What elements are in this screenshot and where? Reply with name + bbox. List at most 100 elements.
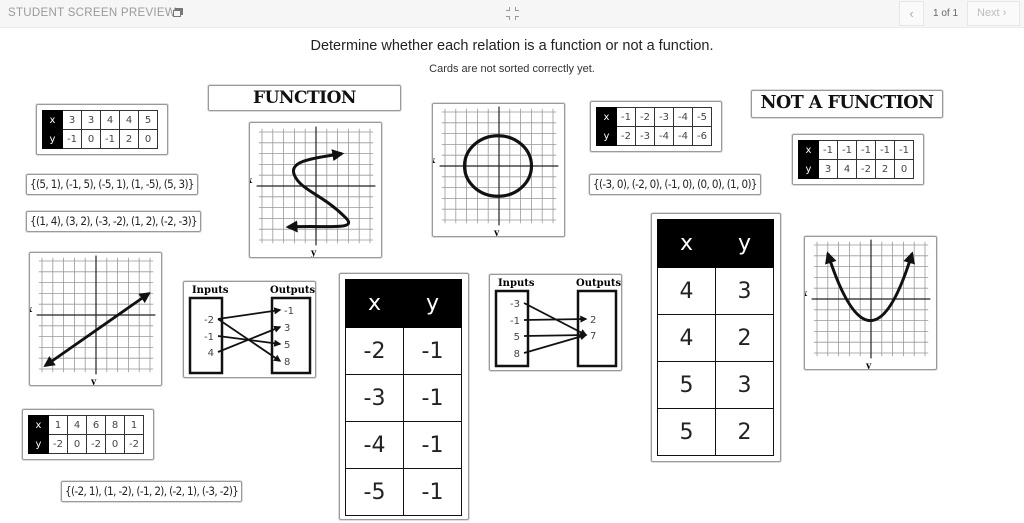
- inputs-label: Inputs: [498, 278, 535, 289]
- table-cell: -3: [345, 374, 404, 422]
- table-cell: -1: [856, 140, 876, 160]
- card-big-table-2[interactable]: xy43425352: [651, 213, 781, 462]
- header-cell: x: [42, 110, 63, 130]
- table-cell: -2: [124, 434, 144, 454]
- input-value: 4: [208, 348, 214, 359]
- table-row: -3 -1: [345, 374, 462, 422]
- table-row-x: x33445: [42, 110, 158, 130]
- collapse-icon[interactable]: [506, 7, 519, 20]
- coordinate-grid: [439, 106, 559, 226]
- circle-graph: xy: [433, 106, 559, 236]
- card-set-3[interactable]: {(-3, 0), (-2, 0), (-1, 0), (0, 0), (1, …: [589, 174, 761, 195]
- table-row: 43: [657, 267, 774, 315]
- table-header-row: xy: [345, 279, 462, 328]
- table-cell: 3: [62, 110, 82, 130]
- header-cell: x: [596, 107, 617, 127]
- card-table-3[interactable]: x -1 -1 -1 -1 -1 y 3 4 -2 2 0: [792, 134, 924, 185]
- table-cell: -5: [692, 107, 712, 127]
- copy-window-icon[interactable]: [173, 8, 183, 18]
- x-axis-label: x: [433, 155, 435, 165]
- table-cell: -2: [856, 159, 876, 179]
- outputs-label: Outputs: [576, 278, 621, 289]
- card-mapping-1[interactable]: Inputs Outputs -2 -1 4 -1 3 5 8: [183, 281, 316, 378]
- table-row: 53: [657, 361, 774, 409]
- table-cell: -1: [837, 140, 857, 160]
- header-cell: y: [28, 434, 49, 454]
- parabola-path: [825, 251, 915, 322]
- card-graph-line[interactable]: xy: [29, 252, 162, 386]
- outputs-box: [576, 289, 618, 368]
- table-cell: -4: [345, 421, 404, 469]
- output-value: -1: [284, 306, 294, 317]
- chevron-left-icon: ‹: [909, 6, 914, 21]
- table-cell: -1: [100, 129, 120, 149]
- table-cell: 3: [81, 110, 101, 130]
- card-graph-circle[interactable]: xy: [432, 103, 565, 237]
- table-row: 52: [657, 408, 774, 456]
- table-cell: -2: [345, 327, 404, 375]
- table-cell: -4: [654, 126, 674, 146]
- table-cell: 3: [715, 267, 774, 315]
- xy-table: x y -2 -1 -3 -1 -4 -1 -5 -1: [345, 279, 462, 516]
- table-cell: -2: [86, 434, 106, 454]
- table-row-x: x14681: [28, 415, 144, 435]
- header-cell: x: [798, 140, 819, 160]
- card-set-1[interactable]: {(5, 1), (-1, 5), (-5, 1), (1, -5), (5, …: [26, 174, 198, 195]
- input-value: -1: [510, 316, 520, 327]
- next-page-button[interactable]: Next ›: [967, 1, 1020, 26]
- xy-table: xy43425352: [657, 219, 774, 456]
- table-cell: -4: [673, 107, 693, 127]
- output-value: 8: [284, 357, 290, 368]
- table-cell: 2: [715, 408, 774, 456]
- mapping-arrow: [523, 333, 588, 354]
- table-cell: 2: [715, 314, 774, 362]
- preview-title: STUDENT SCREEN PREVIEW: [8, 7, 177, 19]
- card-table-2[interactable]: x -1 -2 -3 -4 -5 y -2 -3 -4 -4 -6: [590, 101, 722, 152]
- table-cell: -1: [403, 374, 462, 422]
- sort-status: Cards are not sorted correctly yet.: [429, 63, 595, 75]
- input-value: -1: [204, 332, 214, 343]
- table-cell: 5: [657, 361, 716, 409]
- y-axis-label: y: [90, 377, 97, 385]
- header-cell: y: [798, 159, 819, 179]
- card-graph-s-curve[interactable]: xy: [249, 122, 382, 258]
- card-big-table-1[interactable]: x y -2 -1 -3 -1 -4 -1 -5 -1: [339, 273, 469, 520]
- table-cell: -3: [654, 107, 674, 127]
- x-axis-label: x: [250, 175, 252, 185]
- table-row: -2 -1: [345, 327, 462, 375]
- s-curve-graph: xy: [250, 126, 376, 257]
- card-table-4[interactable]: x 1 4 6 8 1 y -2 0 -2 0 -2: [22, 409, 154, 460]
- header-cell: x: [657, 219, 716, 268]
- card-set-2[interactable]: {(1, 4), (3, 2), (-3, -2), (1, 2), (-2, …: [26, 211, 202, 232]
- card-set-4[interactable]: {(-2, 1), (1, -2), (-1, 2), (-2, 1), (-3…: [61, 481, 243, 502]
- table-cell: -1: [818, 140, 838, 160]
- coordinate-grid: [36, 255, 156, 375]
- table-cell: 1: [48, 415, 68, 435]
- table-cell: 0: [81, 129, 101, 149]
- mapping-diagram: Inputs Outputs -2 -1 4 -1 3 5 8: [188, 285, 315, 375]
- table-row-y: y -2 0 -2 0 -2: [28, 434, 144, 454]
- table-cell: 5: [138, 110, 158, 130]
- header-cell: y: [42, 129, 63, 149]
- table-cell: -1: [403, 327, 462, 375]
- table-cell: -3: [635, 126, 655, 146]
- x-axis-label: x: [30, 304, 32, 314]
- table-cell: -1: [894, 140, 914, 160]
- card-graph-parabola[interactable]: xy: [804, 236, 937, 370]
- table-row-y: y 3 4 -2 2 0: [798, 159, 914, 179]
- table-cell: 2: [119, 129, 139, 149]
- input-value: 8: [514, 349, 520, 360]
- table-cell: -1: [875, 140, 895, 160]
- table-cell: 0: [105, 434, 125, 454]
- previous-page-button[interactable]: ‹: [899, 1, 924, 26]
- card-table-1[interactable]: x 3 3 4 4 5 y -1 0 -1 2 0: [36, 104, 168, 155]
- table-cell: 0: [67, 434, 87, 454]
- output-value: 3: [284, 323, 290, 334]
- mapping-arrow: [217, 307, 282, 320]
- card-mapping-2[interactable]: Inputs Outputs -3 -1 5 8 2 7: [489, 274, 622, 371]
- line-graph: xy: [30, 255, 156, 385]
- table-cell: -2: [48, 434, 68, 454]
- category-function[interactable]: FUNCTION: [208, 85, 401, 111]
- table-cell: -2: [616, 126, 636, 146]
- category-not-a-function[interactable]: NOT A FUNCTION: [751, 90, 943, 118]
